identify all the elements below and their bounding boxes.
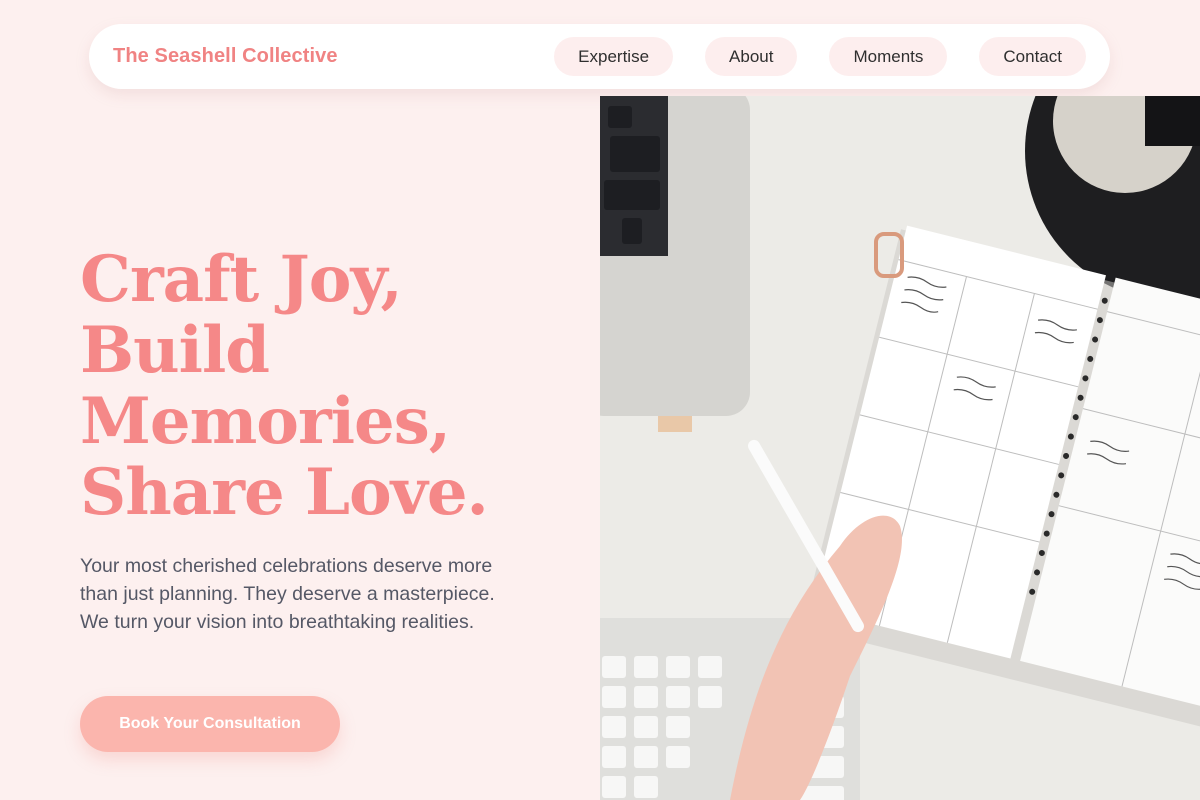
hero-subtext: Your most cherished celebrations deserve…: [80, 555, 495, 633]
nav-item-contact[interactable]: Contact: [979, 37, 1086, 76]
top-navigation: The Seashell Collective Expertise About …: [89, 24, 1110, 89]
hero-headline: Craft Joy, Build Memories, Share Love.: [80, 244, 580, 528]
planner-desk-photo: [600, 96, 1200, 800]
nav-links: Expertise About Moments Contact: [554, 37, 1086, 76]
headline-line-4: Share Love.: [80, 455, 489, 530]
headline-line-3: Memories,: [80, 384, 451, 459]
nav-item-about[interactable]: About: [705, 37, 798, 76]
nav-item-expertise[interactable]: Expertise: [554, 37, 674, 76]
book-consultation-button[interactable]: Book Your Consultation: [80, 696, 340, 752]
hero-image: [600, 96, 1200, 800]
brand-logo-text[interactable]: The Seashell Collective: [113, 45, 338, 68]
headline-line-1: Craft Joy,: [80, 242, 403, 317]
headline-line-2: Build: [80, 313, 270, 388]
nav-item-moments[interactable]: Moments: [829, 37, 948, 76]
